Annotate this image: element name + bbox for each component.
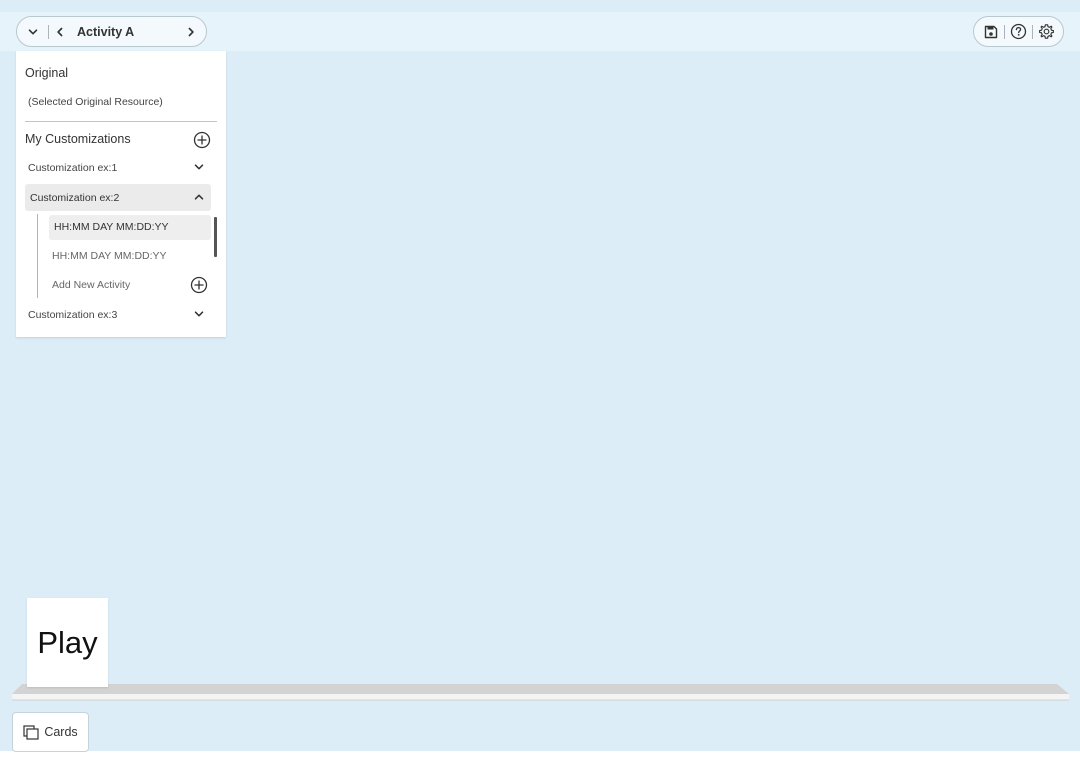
collapse-customization-2-button[interactable]: [193, 191, 205, 203]
save-button[interactable]: [979, 20, 1003, 44]
add-circle-icon: [190, 276, 208, 294]
expand-customization-3-button[interactable]: [193, 308, 205, 320]
chevron-right-icon: [188, 27, 194, 36]
chevron-down-icon: [194, 311, 204, 317]
add-customization-button[interactable]: [193, 131, 211, 149]
original-resource-item[interactable]: (Selected Original Resource): [28, 96, 163, 108]
help-icon: [1010, 23, 1027, 40]
cards-label: Cards: [44, 725, 78, 739]
collapse-panel-button[interactable]: [18, 17, 48, 47]
add-new-activity-label[interactable]: Add New Activity: [52, 279, 130, 291]
original-heading: Original: [25, 66, 69, 80]
activity-navigator: Activity A: [16, 16, 207, 47]
add-circle-icon: [193, 131, 211, 149]
gear-icon: [1038, 24, 1054, 39]
customizations-panel: Original (Selected Original Resource) My…: [16, 51, 226, 337]
my-customizations-heading: My Customizations: [25, 132, 131, 146]
help-button[interactable]: [1006, 20, 1030, 44]
tree-guide-line: [37, 214, 38, 298]
chevron-down-icon: [28, 28, 38, 34]
add-new-activity-button[interactable]: [190, 276, 208, 294]
card-shelf: [12, 684, 1069, 701]
chevron-down-icon: [194, 164, 204, 170]
save-icon: [984, 25, 997, 38]
panel-divider: [25, 121, 217, 122]
chevron-left-icon: [57, 27, 63, 36]
activity-item-1[interactable]: HH:MM DAY MM:DD:YY: [54, 221, 169, 233]
cards-icon: [23, 724, 39, 740]
customization-item-2[interactable]: Customization ex:2: [30, 192, 119, 204]
expand-customization-1-button[interactable]: [193, 161, 205, 173]
tools-group: [973, 16, 1064, 47]
activity-item-2[interactable]: HH:MM DAY MM:DD:YY: [52, 250, 167, 262]
play-card[interactable]: Play: [27, 598, 108, 687]
customization-item-3[interactable]: Customization ex:3: [28, 309, 117, 321]
chevron-up-icon: [194, 194, 204, 200]
activity-title[interactable]: Activity A: [71, 25, 178, 39]
tools-divider: [1031, 24, 1033, 39]
next-activity-button[interactable]: [178, 17, 204, 47]
previous-activity-button[interactable]: [49, 17, 71, 47]
customization-item-1[interactable]: Customization ex:1: [28, 162, 117, 174]
tools-divider: [1004, 24, 1006, 39]
scrollbar-thumb[interactable]: [214, 217, 217, 257]
settings-button[interactable]: [1034, 20, 1058, 44]
cards-button[interactable]: Cards: [12, 712, 89, 752]
